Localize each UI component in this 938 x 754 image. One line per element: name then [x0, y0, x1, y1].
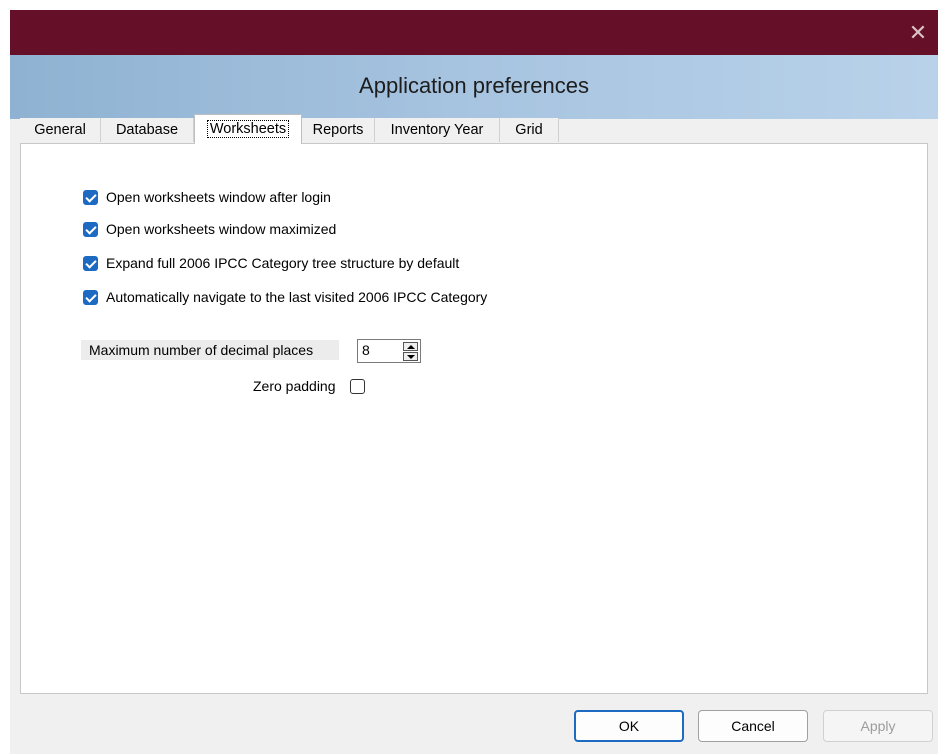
- tab-label: Reports: [312, 122, 364, 138]
- apply-button[interactable]: Apply: [823, 710, 933, 742]
- option-label: Automatically navigate to the last visit…: [106, 289, 488, 305]
- checkbox-checked-icon[interactable]: [83, 189, 98, 205]
- spin-down-icon[interactable]: [403, 352, 418, 361]
- title-bar: ✕: [10, 10, 938, 55]
- dialog-header: Application preferences: [10, 55, 938, 119]
- close-button[interactable]: ✕: [898, 10, 938, 55]
- preferences-dialog: ✕ Application preferences General Databa…: [10, 10, 938, 754]
- tab-database[interactable]: Database: [101, 118, 194, 142]
- spin-up-icon[interactable]: [403, 342, 418, 351]
- cancel-button[interactable]: Cancel: [698, 710, 808, 742]
- tab-label: Database: [115, 122, 179, 138]
- tab-label: Grid: [515, 122, 543, 138]
- zero-padding-checkbox[interactable]: [349, 378, 365, 394]
- tab-grid[interactable]: Grid: [500, 118, 559, 142]
- option-open-maximized[interactable]: Open worksheets window maximized: [83, 219, 336, 239]
- tab-label: Worksheets: [206, 120, 290, 138]
- decimal-places-label: Maximum number of decimal places: [81, 340, 339, 360]
- zero-padding-option[interactable]: Zero padding: [253, 376, 365, 396]
- option-label: Open worksheets window after login: [106, 189, 331, 205]
- tab-strip: General Database Worksheets Reports Inve…: [20, 114, 928, 144]
- tab-label: Inventory Year: [390, 122, 484, 138]
- checkbox-checked-icon[interactable]: [83, 289, 98, 305]
- decimal-places-spinner[interactable]: 8: [357, 339, 421, 363]
- option-navigate-last-category[interactable]: Automatically navigate to the last visit…: [83, 287, 487, 307]
- tab-worksheets[interactable]: Worksheets: [194, 114, 302, 144]
- option-expand-tree[interactable]: Expand full 2006 IPCC Category tree stru…: [83, 253, 459, 273]
- decimal-places-value[interactable]: 8: [362, 342, 370, 358]
- zero-padding-label: Zero padding: [253, 378, 336, 394]
- checkbox-checked-icon[interactable]: [83, 255, 98, 271]
- tab-inventory-year[interactable]: Inventory Year: [375, 118, 500, 142]
- option-label: Open worksheets window maximized: [106, 221, 337, 237]
- worksheets-panel: Open worksheets window after login Open …: [20, 143, 928, 694]
- option-label: Expand full 2006 IPCC Category tree stru…: [106, 255, 460, 271]
- tab-reports[interactable]: Reports: [302, 118, 375, 142]
- tab-general[interactable]: General: [20, 118, 101, 142]
- checkbox-checked-icon[interactable]: [83, 221, 98, 237]
- tab-label: General: [34, 122, 86, 138]
- ok-button[interactable]: OK: [574, 710, 684, 742]
- option-open-after-login[interactable]: Open worksheets window after login: [83, 187, 331, 207]
- dialog-title: Application preferences: [359, 73, 589, 98]
- close-icon: ✕: [908, 20, 928, 45]
